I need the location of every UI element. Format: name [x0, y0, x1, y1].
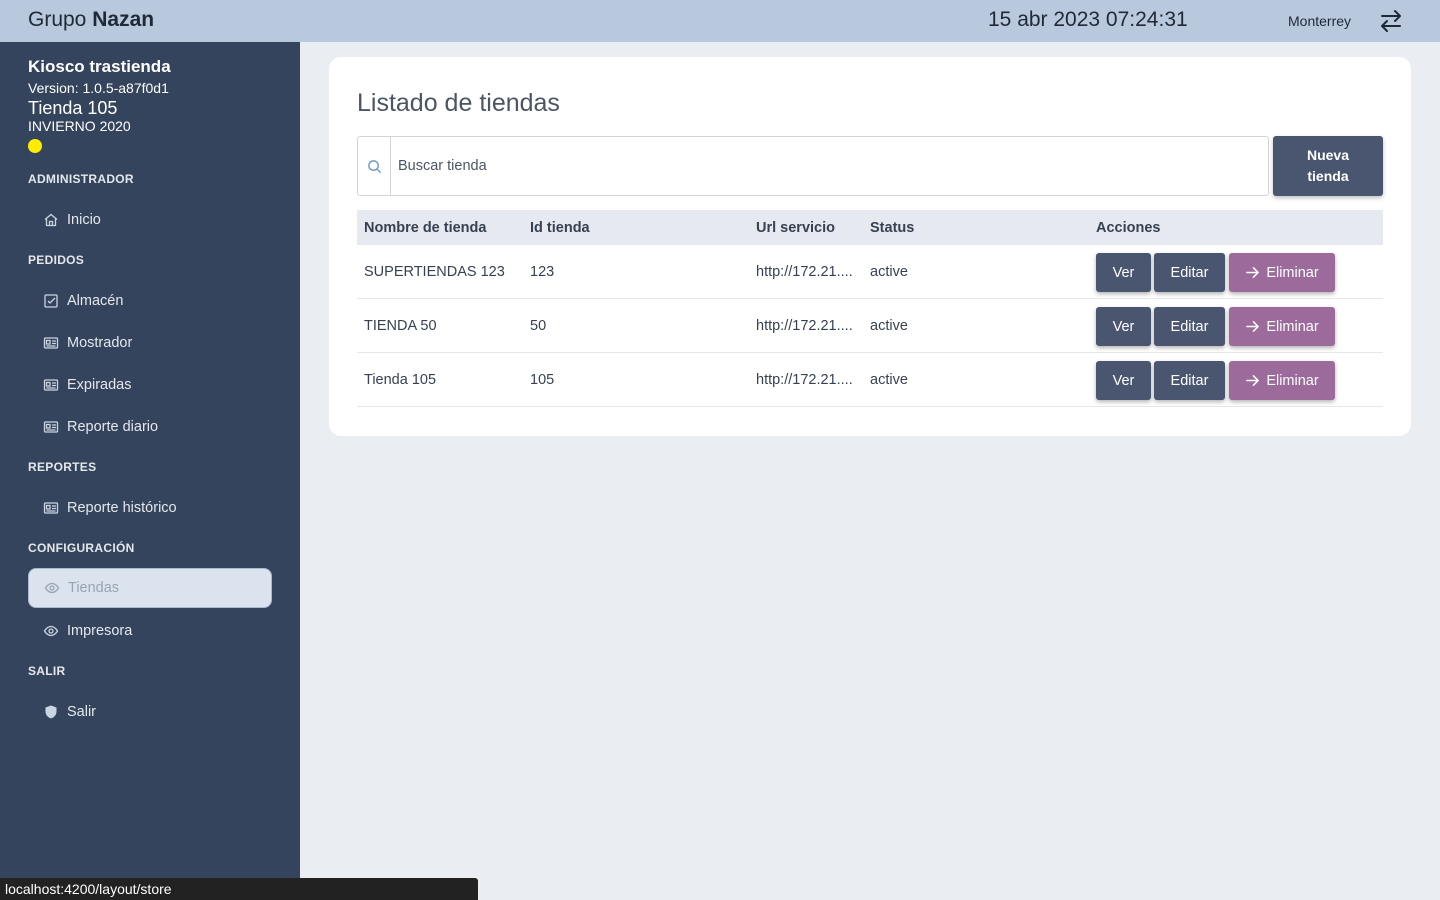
- cell-url: http://172.21....: [756, 263, 853, 280]
- column-header-name: Nombre de tienda: [364, 219, 487, 236]
- search-icon-container: [358, 137, 391, 195]
- sidebar-item-tiendas[interactable]: Tiendas: [28, 568, 272, 608]
- table-row: TIENDA 50 50 http://172.21.... active Ve…: [357, 299, 1383, 353]
- sidebar-item-label: Reporte diario: [67, 419, 159, 435]
- checkbox-icon: [44, 294, 58, 308]
- section-pedidos: PEDIDOS: [28, 253, 85, 267]
- current-store: Tienda 105: [28, 98, 118, 118]
- cell-url: http://172.21....: [756, 371, 853, 388]
- table-header: Nombre de tienda Id tienda Url servicio …: [357, 210, 1383, 245]
- edit-button[interactable]: Editar: [1154, 307, 1225, 346]
- swap-arrows-icon[interactable]: [1378, 9, 1404, 33]
- sidebar-item-label: Expiradas: [67, 377, 132, 393]
- sidebar-item-label: Tiendas: [68, 580, 120, 596]
- cell-id: 50: [530, 317, 547, 334]
- cell-name: TIENDA 50: [364, 317, 437, 334]
- city-label: Monterrey: [1288, 13, 1352, 29]
- column-header-id: Id tienda: [530, 219, 590, 236]
- eye-icon: [44, 582, 60, 594]
- id-card-icon: [43, 379, 59, 391]
- cell-name: Tienda 105: [364, 371, 437, 388]
- sidebar-item-label: Inicio: [67, 212, 101, 228]
- top-bar: Grupo Nazan 15 abr 2023 07:24:31 Monterr…: [0, 0, 1440, 42]
- sidebar-item-label: Almacén: [67, 293, 124, 309]
- sidebar-item-salir[interactable]: Salir: [28, 692, 272, 732]
- cell-id: 105: [530, 371, 555, 388]
- brand-name-bold: Nazan: [92, 8, 155, 31]
- column-header-url: Url servicio: [756, 219, 835, 236]
- edit-button[interactable]: Editar: [1154, 253, 1225, 292]
- season-label: INVIERNO 2020: [28, 118, 131, 134]
- column-header-status: Status: [870, 219, 915, 236]
- sidebar-item-reporte-historico[interactable]: Reporte histórico: [28, 488, 272, 528]
- section-salir: SALIR: [28, 664, 66, 678]
- delete-button[interactable]: Eliminar: [1229, 361, 1335, 400]
- table-row: SUPERTIENDAS 123 123 http://172.21.... a…: [357, 245, 1383, 299]
- search-input[interactable]: [398, 137, 1258, 195]
- delete-button-label: Eliminar: [1266, 372, 1319, 389]
- table-row: Tienda 105 105 http://172.21.... active …: [357, 353, 1383, 407]
- arrow-right-icon: [1246, 375, 1260, 386]
- arrow-right-icon: [1246, 321, 1260, 332]
- view-button[interactable]: Ver: [1096, 253, 1151, 292]
- id-card-icon: [43, 337, 59, 349]
- app-name: Kiosco trastienda: [28, 57, 171, 76]
- search-icon: [367, 159, 381, 173]
- stores-table: Nombre de tienda Id tienda Url servicio …: [357, 210, 1383, 407]
- delete-button-label: Eliminar: [1266, 264, 1319, 281]
- stores-card: Listado de tiendas Nueva tienda Nombre d…: [329, 57, 1411, 436]
- sidebar-item-inicio[interactable]: Inicio: [28, 200, 272, 240]
- section-configuracion: CONFIGURACIÓN: [28, 541, 135, 555]
- sidebar: Kiosco trastienda Version: 1.0.5-a87f0d1…: [0, 42, 300, 900]
- sidebar-item-almacen[interactable]: Almacén: [28, 281, 272, 321]
- cell-id: 123: [530, 263, 555, 280]
- delete-button[interactable]: Eliminar: [1229, 307, 1335, 346]
- sidebar-item-label: Reporte histórico: [67, 500, 177, 516]
- id-card-icon: [43, 421, 59, 433]
- section-reportes: REPORTES: [28, 460, 97, 474]
- home-icon: [44, 213, 58, 227]
- section-administrador: ADMINISTRADOR: [28, 172, 134, 186]
- cell-status: active: [870, 317, 908, 334]
- cell-status: active: [870, 263, 908, 280]
- shield-icon: [45, 705, 57, 719]
- sidebar-item-label: Mostrador: [67, 335, 133, 351]
- status-indicator: [28, 139, 42, 153]
- cell-status: active: [870, 371, 908, 388]
- browser-status-url: localhost:4200/layout/store: [0, 878, 478, 900]
- delete-button-label: Eliminar: [1266, 318, 1319, 335]
- cell-url: http://172.21....: [756, 317, 853, 334]
- new-store-button[interactable]: Nueva tienda: [1273, 136, 1383, 196]
- delete-button[interactable]: Eliminar: [1229, 253, 1335, 292]
- sidebar-item-label: Salir: [67, 704, 97, 720]
- page-title: Listado de tiendas: [357, 89, 560, 117]
- arrow-right-icon: [1246, 267, 1260, 278]
- sidebar-item-expiradas[interactable]: Expiradas: [28, 365, 272, 405]
- cell-name: SUPERTIENDAS 123: [364, 263, 505, 280]
- brand-name: Grupo: [28, 8, 87, 31]
- view-button[interactable]: Ver: [1096, 307, 1151, 346]
- sidebar-item-label: Impresora: [67, 623, 133, 639]
- sidebar-item-mostrador[interactable]: Mostrador: [28, 323, 272, 363]
- id-card-icon: [43, 502, 59, 514]
- sidebar-item-impresora[interactable]: Impresora: [28, 611, 272, 651]
- eye-icon: [43, 625, 59, 637]
- brand-logo: Grupo Nazan: [28, 8, 154, 32]
- sidebar-item-reporte-diario[interactable]: Reporte diario: [28, 407, 272, 447]
- column-header-actions: Acciones: [1096, 219, 1161, 236]
- view-button[interactable]: Ver: [1096, 361, 1151, 400]
- search-box: [357, 136, 1269, 196]
- app-version: Version: 1.0.5-a87f0d1: [28, 80, 169, 96]
- datetime-display: 15 abr 2023 07:24:31: [988, 8, 1188, 31]
- edit-button[interactable]: Editar: [1154, 361, 1225, 400]
